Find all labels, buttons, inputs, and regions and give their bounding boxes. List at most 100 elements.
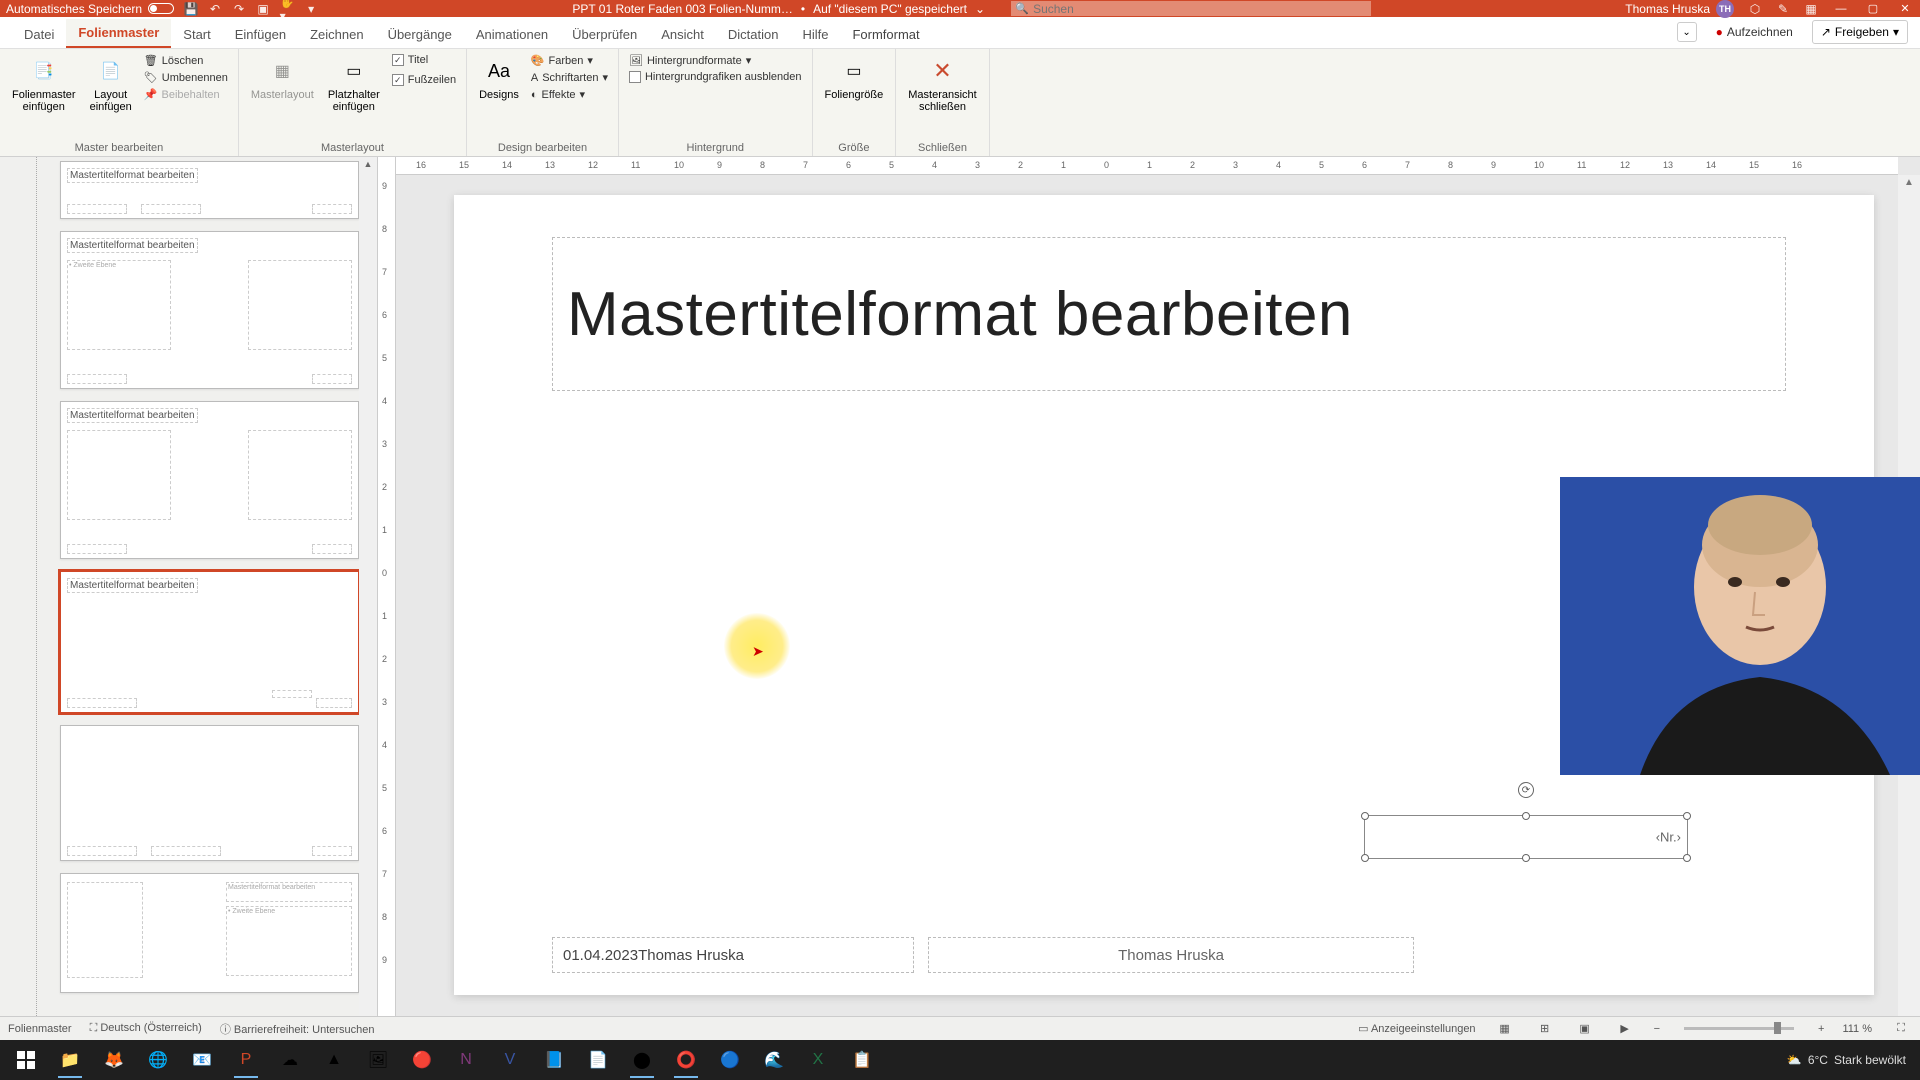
close-masterview-button[interactable]: ✕ Masteransicht schließen <box>904 53 980 115</box>
excel-icon[interactable]: X <box>798 1042 838 1078</box>
status-mode[interactable]: Folienmaster <box>8 1023 72 1035</box>
qat-more-icon[interactable]: ▾ <box>304 2 318 16</box>
visio-icon[interactable]: V <box>490 1042 530 1078</box>
collapse-ribbon-button[interactable]: ⌄ <box>1677 22 1697 42</box>
layout-thumbnail[interactable]: Mastertitelformat bearbeiten • Zweite Eb… <box>60 231 359 389</box>
minimize-button[interactable]: — <box>1832 2 1850 16</box>
tab-view[interactable]: Ansicht <box>649 21 716 48</box>
app-icon[interactable]: ⭕ <box>666 1042 706 1078</box>
app-icon[interactable]: 🔵 <box>710 1042 750 1078</box>
title-checkbox[interactable]: Titel <box>390 53 458 67</box>
tab-slidemaster[interactable]: Folienmaster <box>66 19 171 48</box>
normal-view-button[interactable]: ▦ <box>1494 1020 1516 1038</box>
scroll-up-icon[interactable]: ▲ <box>364 159 373 169</box>
zoom-level[interactable]: 111 % <box>1842 1023 1872 1035</box>
fit-to-window-button[interactable]: ⛶ <box>1890 1020 1912 1038</box>
tab-insert[interactable]: Einfügen <box>223 21 298 48</box>
title-placeholder[interactable]: Mastertitelformat bearbeiten <box>552 237 1786 391</box>
effects-button[interactable]: ◐Effekte▾ <box>529 87 610 102</box>
rename-layout-button[interactable]: 🏷Umbenennen <box>142 70 230 85</box>
zoom-out-button[interactable]: − <box>1654 1023 1660 1035</box>
display-settings-button[interactable]: ▭ Anzeigeeinstellungen <box>1358 1022 1475 1035</box>
autosave-toggle[interactable]: Automatisches Speichern <box>6 2 174 16</box>
tab-help[interactable]: Hilfe <box>790 21 840 48</box>
scroll-up-icon[interactable]: ▲ <box>1904 177 1914 188</box>
insert-placeholder-button[interactable]: ▭ Platzhalter einfügen <box>324 53 384 115</box>
touch-mode-icon[interactable]: ✋▾ <box>280 2 294 16</box>
tab-home[interactable]: Start <box>171 21 222 48</box>
layout-thumbnail[interactable] <box>60 725 359 861</box>
footer-checkbox[interactable]: Fußzeilen <box>390 73 458 87</box>
resize-handle-icon[interactable] <box>1361 812 1369 820</box>
save-icon[interactable]: 💾 <box>184 2 198 16</box>
app-icon[interactable]: 📋 <box>842 1042 882 1078</box>
maximize-button[interactable]: ▢ <box>1864 2 1882 16</box>
app-icon[interactable]: 🔴 <box>402 1042 442 1078</box>
tab-animations[interactable]: Animationen <box>464 21 560 48</box>
close-button[interactable]: ✕ <box>1896 2 1914 16</box>
app-icon[interactable]: 📘 <box>534 1042 574 1078</box>
chrome-icon[interactable]: 🌐 <box>138 1042 178 1078</box>
ribbon-display-icon[interactable]: ▦ <box>1804 2 1818 16</box>
drawing-icon[interactable]: ✎ <box>1776 2 1790 16</box>
record-button[interactable]: ●Aufzeichnen <box>1707 20 1802 44</box>
zoom-slider[interactable] <box>1684 1027 1794 1030</box>
insert-slidemaster-button[interactable]: 📑 Folienmaster einfügen <box>8 53 80 115</box>
weather-widget[interactable]: ⛅ 6°C Stark bewölkt <box>1787 1053 1914 1067</box>
rotate-handle-icon[interactable]: ⟳ <box>1518 782 1534 798</box>
tab-draw[interactable]: Zeichnen <box>298 21 375 48</box>
layout-thumbnail[interactable]: Mastertitelformat bearbeiten <box>60 401 359 559</box>
account-button[interactable]: Thomas Hruska TH <box>1625 0 1734 18</box>
slideshow-view-button[interactable]: ▶ <box>1614 1020 1636 1038</box>
layout-thumbnail[interactable]: Mastertitelformat bearbeiten <box>60 161 359 219</box>
resize-handle-icon[interactable] <box>1522 854 1530 862</box>
autosave-switch-icon[interactable] <box>148 3 174 14</box>
document-title[interactable]: PPT 01 Roter Faden 003 Folien-Numm… • Au… <box>572 2 985 16</box>
pagenumber-placeholder-selected[interactable]: ⟳ ‹Nr.› <box>1364 815 1688 859</box>
thumbnail-panel[interactable]: Mastertitelformat bearbeiten Mastertitel… <box>0 157 378 1048</box>
tab-shapeformat[interactable]: Formformat <box>840 21 931 48</box>
reading-view-button[interactable]: ▣ <box>1574 1020 1596 1038</box>
designs-button[interactable]: Aa Designs <box>475 53 523 103</box>
explorer-icon[interactable]: 📁 <box>50 1042 90 1078</box>
resize-handle-icon[interactable] <box>1361 854 1369 862</box>
layout-thumbnail-selected[interactable]: Mastertitelformat bearbeiten <box>60 571 359 713</box>
from-beginning-icon[interactable]: ▣ <box>256 2 270 16</box>
sorter-view-button[interactable]: ⊞ <box>1534 1020 1556 1038</box>
background-formats-button[interactable]: 🖼Hintergrundformate▾ <box>627 53 804 68</box>
coming-soon-icon[interactable]: ⬡ <box>1748 2 1762 16</box>
redo-icon[interactable]: ↷ <box>232 2 246 16</box>
tab-review[interactable]: Überprüfen <box>560 21 649 48</box>
resize-handle-icon[interactable] <box>1683 854 1691 862</box>
obs-icon[interactable]: ⬤ <box>622 1042 662 1078</box>
tab-transitions[interactable]: Übergänge <box>376 21 464 48</box>
onenote-icon[interactable]: N <box>446 1042 486 1078</box>
date-placeholder[interactable]: 01.04.2023 Thomas Hruska <box>552 937 914 973</box>
fonts-button[interactable]: ASchriftarten▾ <box>529 70 610 85</box>
thumbnail-scrollbar[interactable]: ▲ ▼ <box>359 157 377 1048</box>
undo-icon[interactable]: ↶ <box>208 2 222 16</box>
footer-placeholder[interactable]: Thomas Hruska <box>928 937 1414 973</box>
insert-layout-button[interactable]: 📄 Layout einfügen <box>86 53 136 115</box>
app-icon[interactable]: 📄 <box>578 1042 618 1078</box>
tab-dictation[interactable]: Dictation <box>716 21 791 48</box>
status-language[interactable]: ⛶ Deutsch (Österreich) <box>90 1022 202 1035</box>
tab-file[interactable]: Datei <box>12 21 66 48</box>
start-button[interactable] <box>6 1042 46 1078</box>
status-accessibility[interactable]: ⓘ Barrierefreiheit: Untersuchen <box>220 1021 375 1037</box>
layout-thumbnail[interactable]: Mastertitelformat bearbeiten • Zweite Eb… <box>60 873 359 993</box>
hide-background-checkbox[interactable]: Hintergrundgrafiken ausblenden <box>627 70 804 84</box>
slide-size-button[interactable]: ▭ Foliengröße <box>821 53 888 103</box>
resize-handle-icon[interactable] <box>1522 812 1530 820</box>
resize-handle-icon[interactable] <box>1683 812 1691 820</box>
app-icon[interactable]: ☁ <box>270 1042 310 1078</box>
app-icon[interactable]: 🖼 <box>358 1042 398 1078</box>
share-button[interactable]: ↗Freigeben▾ <box>1812 20 1908 44</box>
zoom-in-button[interactable]: + <box>1818 1023 1824 1035</box>
search-input[interactable] <box>1011 1 1371 16</box>
firefox-icon[interactable]: 🦊 <box>94 1042 134 1078</box>
powerpoint-icon[interactable]: P <box>226 1042 266 1078</box>
outlook-icon[interactable]: 📧 <box>182 1042 222 1078</box>
colors-button[interactable]: 🎨Farben▾ <box>529 53 610 68</box>
vlc-icon[interactable]: ▲ <box>314 1042 354 1078</box>
